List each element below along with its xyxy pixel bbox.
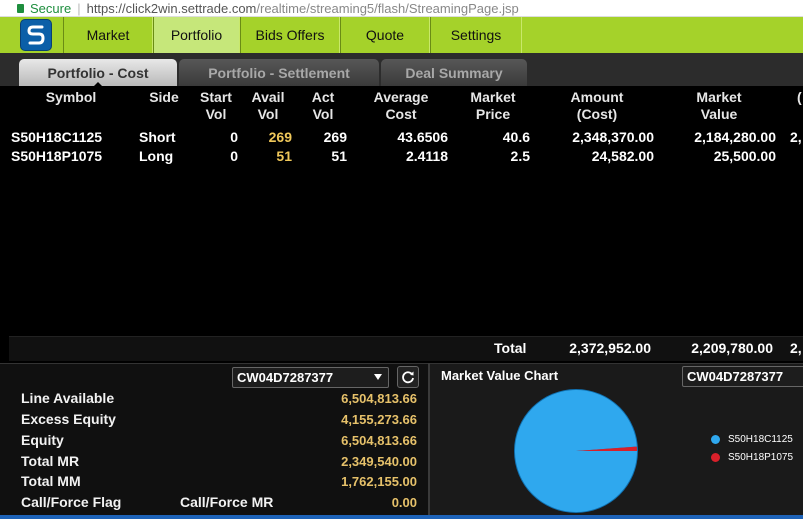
row-act-vol: 51 — [331, 148, 347, 164]
row-start-vol: 0 — [230, 148, 238, 164]
header-act-vol[interactable]: Act Vol — [305, 89, 341, 123]
menu-settings-label: Settings — [450, 27, 502, 43]
chevron-down-icon — [374, 374, 382, 380]
market-value-pie-chart — [514, 389, 638, 513]
chart-title: Market Value Chart — [441, 368, 559, 383]
total-mr-value: 2,349,540.00 — [341, 454, 417, 469]
refresh-icon — [402, 371, 414, 384]
menu-quote-label: Quote — [365, 27, 405, 43]
chart-account-select-value: CW04D7287377 — [687, 369, 784, 384]
row-average-cost: 43.6506 — [397, 129, 448, 145]
header-symbol[interactable]: Symbol — [39, 89, 103, 106]
menu-bids-offers[interactable]: Bids Offers — [240, 17, 340, 53]
tab-portfolio-settlement-label: Portfolio - Settlement — [208, 64, 350, 81]
row-amount-cost: 2,348,370.00 — [572, 129, 654, 145]
row-avail-vol: 269 — [268, 129, 292, 145]
account-select[interactable]: CW04D7287377 — [232, 367, 389, 388]
total-cut-column: 2, — [790, 340, 802, 356]
menu-portfolio[interactable]: Portfolio — [153, 17, 240, 53]
row-start-vol: 0 — [230, 129, 238, 145]
secure-label: Secure — [30, 0, 72, 16]
url-path: /realtime/streaming5/flash/StreamingPage… — [256, 0, 519, 16]
header-market-value[interactable]: Market Value — [687, 89, 751, 123]
url-host: https://click2win.settrade.com — [86, 0, 257, 16]
header-side[interactable]: Side — [144, 89, 184, 106]
settrade-logo-icon[interactable] — [20, 19, 52, 51]
row-market-value: 2,184,280.00 — [694, 129, 776, 145]
header-avail-vol[interactable]: Avail Vol — [245, 89, 291, 123]
legend-label: S50H18C1125 — [728, 434, 793, 445]
menu-quote[interactable]: Quote — [340, 17, 430, 53]
portfolio-table: Symbol Side Start Vol Avail Vol Act Vol Ave… — [9, 86, 803, 361]
row-symbol: S50H18P1075 — [11, 148, 103, 164]
total-market-value: 2,209,780.00 — [691, 340, 773, 356]
total-mr-label: Total MR — [21, 453, 80, 469]
equity-value: 6,504,813.66 — [341, 433, 417, 448]
row-avail-vol: 51 — [276, 148, 292, 164]
chart-account-select[interactable]: CW04D7287377 — [682, 366, 803, 387]
header-market-price[interactable]: Market Price — [463, 89, 523, 123]
row-market-price: 2.5 — [510, 148, 530, 164]
call-force-flag-label: Call/Force Flag — [21, 494, 122, 510]
logo-s-glyph — [27, 25, 45, 45]
taskbar-strip — [0, 515, 803, 519]
legend-item: S50H18C1125 — [711, 434, 793, 445]
account-select-value: CW04D7287377 — [237, 370, 334, 385]
address-separator: | — [77, 0, 81, 16]
lock-icon — [17, 3, 24, 13]
line-available-label: Line Available — [21, 390, 115, 406]
row-symbol: S50H18C1125 — [11, 129, 103, 145]
menu-bids-offers-label: Bids Offers — [255, 27, 325, 43]
legend-swatch — [711, 453, 720, 462]
call-force-mr-value: 0.00 — [391, 495, 417, 510]
total-amount-cost: 2,372,952.00 — [569, 340, 651, 356]
menu-settings[interactable]: Settings — [430, 17, 522, 53]
menu-market-label: Market — [86, 27, 130, 43]
header-average-cost[interactable]: Average Cost — [365, 89, 437, 123]
total-row: Total 2,372,952.00 2,209,780.00 2, — [9, 336, 803, 361]
equity-label: Equity — [21, 432, 64, 448]
tab-deal-summary-label: Deal Summary — [405, 64, 503, 81]
tab-portfolio-cost-label: Portfolio - Cost — [47, 64, 149, 81]
row-market-price: 40.6 — [502, 129, 530, 145]
excess-equity-label: Excess Equity — [21, 411, 116, 427]
address-bar[interactable]: Secure | https://click2win.settrade.com /… — [0, 0, 803, 17]
menu-market[interactable]: Market — [63, 17, 153, 53]
menu-portfolio-label: Portfolio — [170, 27, 223, 43]
legend-item: S50H18P1075 — [711, 452, 793, 463]
tab-portfolio-cost[interactable]: Portfolio - Cost — [19, 59, 177, 87]
refresh-button[interactable] — [397, 366, 419, 388]
tab-deal-summary[interactable]: Deal Summary — [381, 59, 527, 86]
row-side: Long — [139, 148, 174, 164]
header-amount-cost[interactable]: Amount (Cost) — [562, 89, 632, 123]
row-cut-column: 2, — [790, 129, 802, 145]
row-market-value: 25,500.00 — [713, 148, 776, 164]
legend-swatch — [711, 435, 720, 444]
header-cut-column[interactable]: ( — [797, 89, 803, 106]
tab-portfolio-settlement[interactable]: Portfolio - Settlement — [179, 59, 379, 86]
row-average-cost: 2.4118 — [405, 148, 448, 164]
line-available-value: 6,504,813.66 — [341, 391, 417, 406]
row-act-vol: 269 — [323, 129, 347, 145]
row-amount-cost: 24,582.00 — [591, 148, 654, 164]
total-mm-value: 1,762,155.00 — [341, 474, 417, 489]
total-mm-label: Total MM — [21, 473, 81, 489]
header-start-vol[interactable]: Start Vol — [194, 89, 238, 123]
total-label: Total — [494, 340, 527, 356]
legend-label: S50H18P1075 — [728, 452, 794, 463]
main-menu: Market Portfolio Bids Offers Quote Setti… — [0, 17, 803, 53]
portfolio-subtabs: Portfolio - Cost Portfolio - Settlement … — [0, 53, 803, 87]
call-force-mr-label: Call/Force MR — [180, 494, 274, 510]
excess-equity-value: 4,155,273.66 — [341, 412, 417, 427]
row-side: Short — [139, 129, 176, 145]
account-summary-panel: CW04D7287377 Line Available 6,504,813.66… — [0, 363, 428, 515]
